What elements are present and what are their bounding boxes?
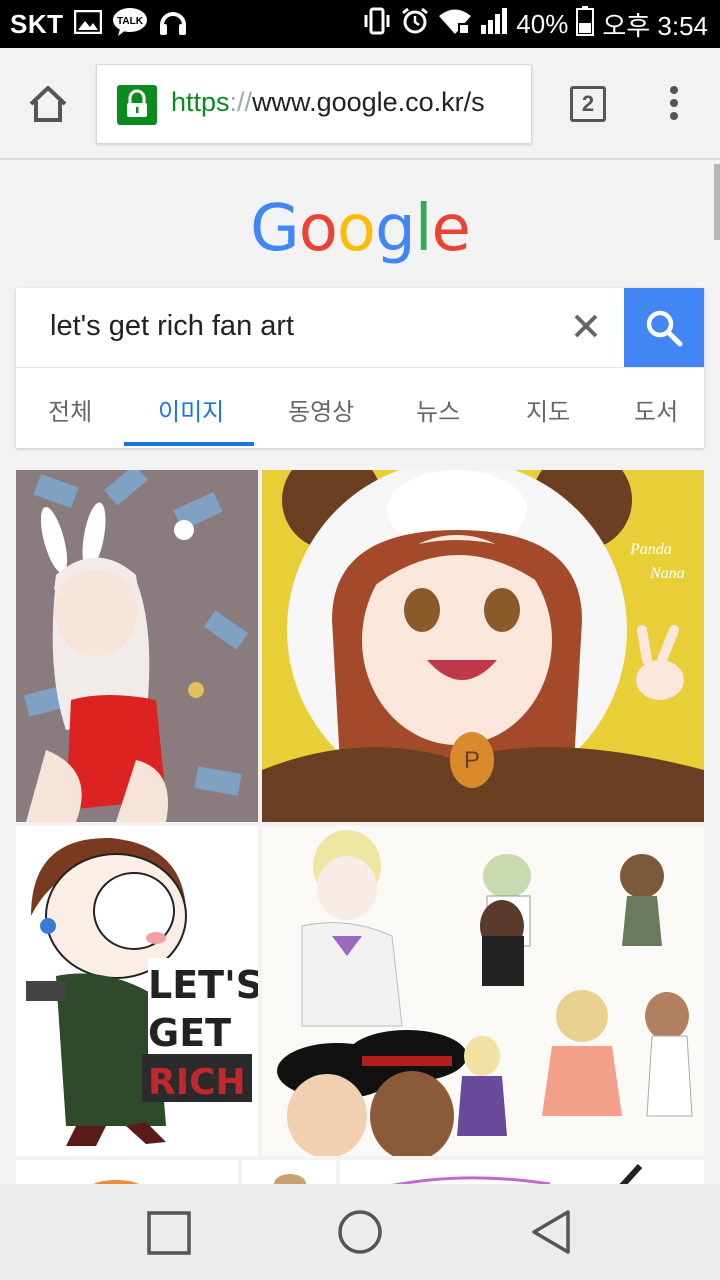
secure-lock-icon <box>117 85 157 125</box>
image-result[interactable]: LET'S GET RICH <box>16 826 258 1156</box>
navigation-bar <box>0 1184 720 1280</box>
thumb-text-get: GET <box>148 1011 231 1055</box>
circle-icon <box>338 1210 382 1254</box>
image-result[interactable] <box>16 1160 238 1184</box>
browser-toolbar: https://www.google.co.kr/s 2 <box>0 48 720 160</box>
image-result[interactable] <box>242 1160 336 1184</box>
search-button[interactable] <box>624 288 704 368</box>
music-notification-icon <box>158 7 188 42</box>
lets-get-rich-chibi-artwork: LET'S GET RICH <box>16 826 258 1156</box>
page-scrollbar[interactable] <box>714 164 720 240</box>
battery-icon <box>576 5 595 43</box>
overflow-menu-button[interactable] <box>664 86 684 126</box>
google-logo[interactable]: Google <box>0 192 720 266</box>
bunny-girl-artwork <box>16 470 258 822</box>
vibrate-icon <box>362 6 392 43</box>
signature-nana: Nana <box>649 565 685 582</box>
panda-hood-girl-artwork: P Panda Nana <box>262 470 704 822</box>
back-button[interactable] <box>528 1208 574 1256</box>
home-nav-button[interactable] <box>336 1208 384 1256</box>
url-bar[interactable]: https://www.google.co.kr/s <box>96 64 532 144</box>
tab-count: 2 <box>581 91 595 116</box>
signal-icon <box>480 7 508 42</box>
tab-books[interactable]: 도서 <box>634 392 678 427</box>
search-card: let's get rich fan art 전체 이미지 동영상 뉴스 지도 … <box>16 288 704 448</box>
carrier-label: SKT <box>10 8 64 39</box>
url-text: https://www.google.co.kr/s <box>171 87 485 118</box>
thumb-text-rich: RICH <box>148 1062 246 1103</box>
gallery-notification-icon <box>73 9 102 39</box>
home-icon <box>29 86 67 122</box>
logo-letter: e <box>431 192 470 266</box>
web-page: Google let's get rich fan art 전체 이미지 동영상… <box>0 160 720 1184</box>
url-host: www.google.co.kr/s <box>252 87 485 117</box>
image-result[interactable] <box>16 470 258 822</box>
tab-all[interactable]: 전체 <box>48 392 92 427</box>
tab-images[interactable]: 이미지 <box>158 392 224 427</box>
tab-switcher-button[interactable]: 2 <box>570 86 606 122</box>
logo-letter: l <box>414 192 433 266</box>
tab-news[interactable]: 뉴스 <box>416 392 460 427</box>
clock: 오후 3:54 <box>602 10 708 41</box>
image-result[interactable] <box>340 1160 704 1184</box>
signature-panda: Panda <box>629 541 672 558</box>
wifi-icon <box>438 7 472 42</box>
image-result[interactable] <box>262 826 704 1156</box>
url-separator: :// <box>229 87 253 117</box>
thumb-text-lets: LET'S <box>148 963 258 1007</box>
home-button[interactable] <box>26 82 70 126</box>
clear-search-button[interactable] <box>568 308 604 344</box>
battery-percent: 40% <box>516 8 569 39</box>
logo-letter: g <box>375 192 416 266</box>
active-tab-indicator <box>124 442 254 446</box>
svg-text:P: P <box>464 747 480 774</box>
tab-videos[interactable]: 동영상 <box>288 392 354 427</box>
back-triangle-icon <box>532 1210 570 1254</box>
close-icon <box>574 314 598 338</box>
alarm-icon <box>400 6 430 43</box>
search-icon <box>646 310 683 347</box>
talk-badge-text: TALK <box>117 16 144 27</box>
logo-letter: o <box>298 192 338 266</box>
status-bar: SKT TALK 40% 오후 3:54 <box>0 0 720 48</box>
tab-maps[interactable]: 지도 <box>526 392 570 427</box>
url-scheme: https <box>171 87 230 117</box>
logo-letter: o <box>336 192 376 266</box>
character-sketch-collage-artwork <box>262 826 704 1156</box>
recent-apps-button[interactable] <box>146 1210 192 1256</box>
image-result[interactable]: P Panda Nana <box>262 470 704 822</box>
search-input[interactable]: let's get rich fan art <box>50 310 294 343</box>
square-icon <box>147 1211 191 1255</box>
logo-letter: G <box>250 192 300 266</box>
kakaotalk-notification-icon: TALK <box>112 7 148 42</box>
